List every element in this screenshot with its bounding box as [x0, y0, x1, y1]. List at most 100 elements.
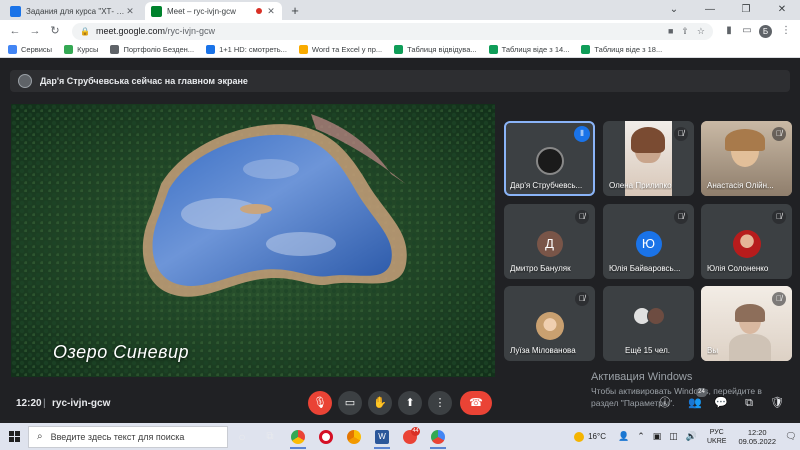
self-view-tile[interactable]: 🎙̸ Вы: [701, 286, 792, 361]
raise-hand-button[interactable]: ✋: [368, 391, 392, 415]
separator: |: [43, 398, 46, 409]
volume-icon[interactable]: 🔊: [686, 431, 697, 442]
muted-mic-icon: 🎙̸: [674, 127, 688, 141]
address-bar[interactable]: 🔒 meet.google.com /ryc-ivjn-gcw ■ ⇪ ☆: [72, 22, 713, 40]
participant-avatar: [535, 312, 564, 340]
back-button[interactable]: ←: [6, 22, 24, 40]
browser-toolbar: ← → ↻ 🔒 meet.google.com /ryc-ivjn-gcw ■ …: [0, 20, 800, 42]
microphone-toggle-button[interactable]: 🎙: [308, 391, 332, 415]
restore-button[interactable]: ❐: [728, 0, 764, 20]
bookmark-star-icon[interactable]: ☆: [697, 26, 705, 37]
folder-icon: [64, 45, 74, 54]
camera-toggle-button[interactable]: ▭: [338, 391, 362, 415]
leave-call-button[interactable]: ☎: [460, 391, 492, 415]
participant-avatar: [732, 230, 761, 258]
shield-icon: 🛡: [770, 397, 784, 409]
people-tray-icon[interactable]: 👤: [618, 431, 629, 442]
tv-icon: [206, 45, 216, 54]
page-icon: [110, 45, 120, 54]
browser-tab-classroom[interactable]: Задания для курса "ХТ- 149 ФЭ... ✕: [4, 2, 141, 20]
apps-grid-icon: [8, 45, 17, 54]
camera-permission-icon[interactable]: ■: [668, 26, 673, 37]
star-icon: [298, 45, 308, 54]
participant-name: Юлія Солоненко: [707, 264, 769, 273]
close-tab-icon[interactable]: ✕: [125, 6, 135, 17]
new-tab-button[interactable]: +: [286, 2, 304, 20]
participant-tile[interactable]: Д 🎙̸ Дмитро Бануляк: [504, 204, 595, 279]
taskbar-word[interactable]: W: [368, 423, 396, 450]
taskbar-chrome-3[interactable]: [424, 423, 452, 450]
cortana-button[interactable]: ○: [228, 423, 256, 450]
start-button[interactable]: [0, 423, 28, 450]
browser-tab-meet[interactable]: Meet – ryc-ivjn-gcw ✕: [145, 2, 282, 20]
network-icon[interactable]: ◫: [669, 431, 678, 442]
taskbar-search-box[interactable]: ⌕ Введите здесь текст для поиска: [28, 425, 228, 448]
windows-logo-icon: [8, 431, 20, 442]
participant-name: Юлія Байваровсь...: [609, 264, 681, 273]
task-view-icon: ⧉: [266, 431, 274, 442]
extensions-icon[interactable]: ▭: [739, 23, 755, 39]
bookmark-word-excel[interactable]: Word та Excel у пр...: [298, 45, 382, 54]
participant-tile[interactable]: 🎙̸ Луїза Мілованова: [504, 286, 595, 361]
sidebar-icon[interactable]: ▮: [721, 23, 737, 39]
search-icon: ⌕: [37, 431, 43, 442]
people-button[interactable]: 👥 24: [686, 388, 707, 412]
taskbar-chrome-2[interactable]: [340, 423, 368, 450]
mic-off-icon: 🎙: [313, 397, 327, 409]
opera-icon: [319, 429, 333, 444]
participant-name: Дмитро Бануляк: [510, 264, 571, 273]
taskbar-chrome[interactable]: [284, 423, 312, 450]
bookmark-table-14[interactable]: Таблиця віде з 14...: [488, 45, 569, 54]
meeting-details-button[interactable]: ⓘ: [656, 394, 674, 412]
chrome-icon: [431, 429, 445, 444]
participant-tile[interactable]: Ю 🎙̸ Юлія Байваровсь...: [603, 204, 694, 279]
participant-initial-avatar: Ю: [635, 231, 662, 257]
webcam-tray-icon[interactable]: ▣: [653, 431, 662, 442]
taskbar-yandex[interactable]: 44: [396, 423, 424, 450]
profile-avatar[interactable]: Б: [759, 24, 772, 38]
system-clock[interactable]: 12:20 09.05.2022: [738, 428, 776, 446]
show-hidden-icons-icon[interactable]: ⌃: [637, 431, 645, 442]
bookmark-portfolio[interactable]: Портфоліо Безден...: [110, 45, 194, 54]
close-window-button[interactable]: ✕: [764, 0, 800, 20]
participant-tile[interactable]: 🎙̸ Олена Прилипко: [603, 121, 694, 196]
minimize-button[interactable]: —: [692, 0, 728, 20]
meet-call-area: Дар'я Струбчевська сейчас на главном экр…: [0, 58, 800, 423]
url-host: meet.google.com: [95, 26, 166, 36]
word-icon: W: [375, 429, 389, 444]
bookmark-attendance-table[interactable]: Таблиця відвідува...: [394, 45, 477, 54]
more-participants-tile[interactable]: Ещё 15 чел.: [603, 286, 694, 361]
participant-tile[interactable]: ⦀ Дар'я Струбчевсь...: [504, 121, 595, 196]
bookmark-table-18[interactable]: Таблиця віде з 18...: [581, 45, 662, 54]
task-view-button[interactable]: ⧉: [256, 423, 284, 450]
tab-title: Meet – ryc-ivjn-gcw: [167, 6, 236, 16]
taskbar-opera[interactable]: [312, 423, 340, 450]
participant-name: Олена Прилипко: [609, 181, 672, 190]
present-screen-button[interactable]: ⬆: [398, 391, 422, 415]
bookmark-services[interactable]: Сервисы: [8, 45, 52, 54]
people-icon: 👥: [688, 397, 702, 409]
close-tab-icon[interactable]: ✕: [266, 6, 276, 17]
participant-tile[interactable]: 🎙̸ Юлія Солоненко: [701, 204, 792, 279]
main-stage-video[interactable]: Озеро Синевир: [11, 104, 495, 377]
forward-button[interactable]: →: [26, 22, 44, 40]
bookmark-1plus1[interactable]: 1+1 HD: смотреть...: [206, 45, 287, 54]
lock-icon[interactable]: 🔒: [80, 27, 90, 36]
browser-menu-icon[interactable]: ⋮: [778, 23, 794, 39]
share-icon[interactable]: ⇪: [681, 26, 689, 37]
input-language[interactable]: РУС UKRE: [707, 428, 726, 446]
meet-icon: [151, 5, 162, 17]
bookmark-courses[interactable]: Курсы: [64, 45, 98, 54]
tab-search-icon[interactable]: ⌄: [656, 0, 692, 20]
window-controls: ⌄ — ❐ ✕: [656, 0, 800, 20]
chat-button[interactable]: 💬: [712, 394, 730, 412]
participant-tile[interactable]: 🎙̸ Анастасія Олійн...: [701, 121, 792, 196]
muted-mic-icon: 🎙̸: [772, 127, 786, 141]
activities-button[interactable]: ⧉: [740, 394, 758, 412]
host-controls-button[interactable]: 🛡: [768, 394, 786, 412]
browser-tab-strip: Задания для курса "ХТ- 149 ФЭ... ✕ Meet …: [0, 0, 800, 20]
more-options-button[interactable]: ⋮: [428, 391, 452, 415]
reload-button[interactable]: ↻: [46, 22, 64, 40]
weather-widget[interactable]: 16°C: [574, 431, 606, 442]
notifications-icon[interactable]: 🗨: [782, 431, 800, 442]
